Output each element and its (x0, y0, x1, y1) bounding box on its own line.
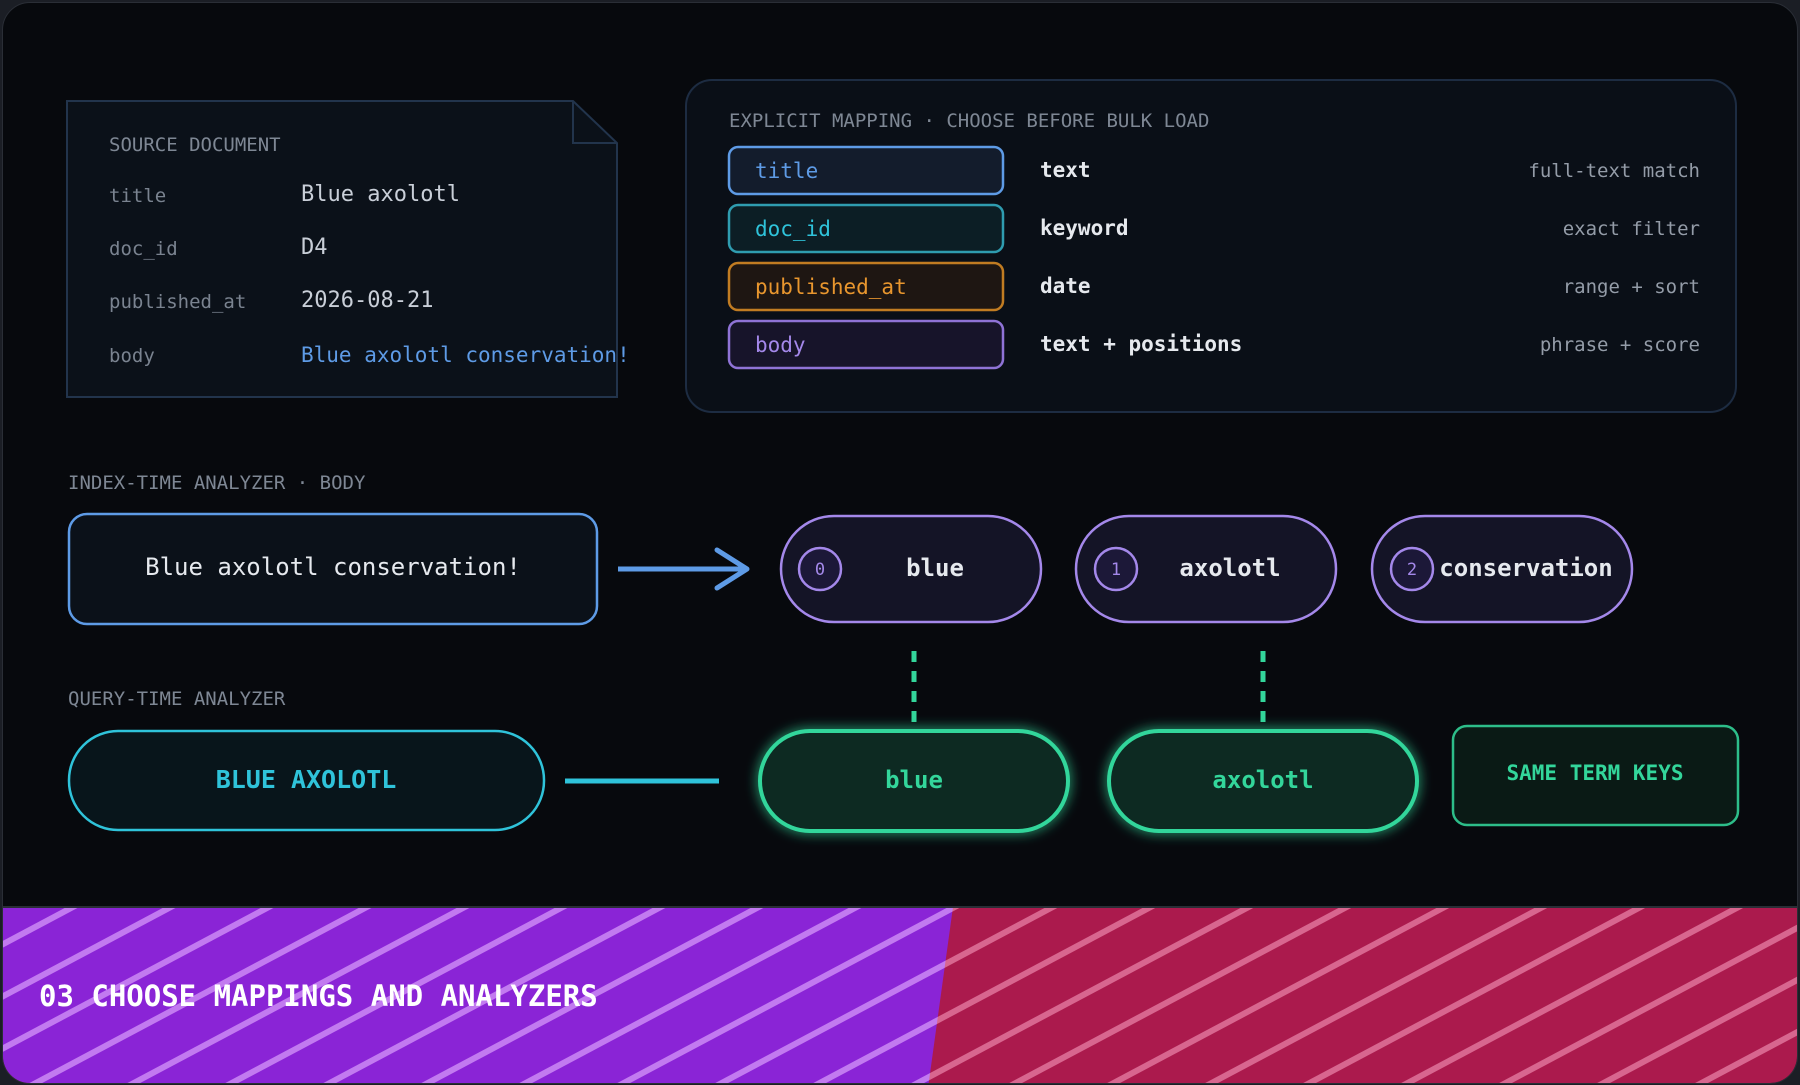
query-input-text: BLUE AXOLOTL (216, 765, 397, 794)
source-field-value: D4 (301, 235, 328, 260)
index-input-text: Blue axolotl conservation! (145, 553, 521, 581)
source-field-value: 2026-08-21 (301, 288, 433, 313)
token-term: conservation (1439, 554, 1612, 582)
footer-title: 03 CHOOSE MAPPINGS AND ANALYZERS (39, 979, 598, 1013)
mapping-field-purpose: range + sort (1563, 276, 1700, 298)
mapping-field-type: keyword (1040, 216, 1129, 240)
mapping-field-purpose: phrase + score (1540, 334, 1700, 356)
index-token-chip: 0 blue (779, 514, 1043, 624)
mapping-field-type: text (1040, 158, 1091, 182)
term-match-connectors (911, 651, 1266, 725)
source-field-key: body (109, 345, 155, 367)
mapping-field-type: text + positions (1040, 332, 1242, 356)
source-field-key: published_at (109, 291, 246, 313)
mapping-field-purpose: full-text match (1528, 160, 1700, 182)
same-term-keys-label: SAME TERM KEYS (1506, 761, 1683, 785)
token-term: blue (906, 554, 964, 582)
source-heading: SOURCE DOCUMENT (109, 134, 281, 156)
token-position: 2 (1407, 560, 1417, 580)
diagram-frame: SOURCE DOCUMENT title Blue axolotl doc_i… (2, 2, 1798, 1084)
mapping-field-type: date (1040, 274, 1091, 298)
index-analyzer-section: INDEX-TIME ANALYZER · BODY Blue axolotl … (67, 472, 1634, 626)
index-token-chip: 1 axolotl (1074, 514, 1338, 624)
index-token-chip: 2 conservation (1370, 514, 1634, 624)
arrow-icon (618, 547, 750, 591)
source-field-key: title (109, 185, 166, 207)
source-field-key: doc_id (109, 238, 178, 260)
mapping-field-purpose: exact filter (1563, 218, 1700, 240)
source-body-value: Blue axolotl conservation! (301, 343, 630, 367)
mapping-field-name: published_at (755, 275, 907, 299)
diagram-canvas: SOURCE DOCUMENT title Blue axolotl doc_i… (3, 79, 1797, 1083)
source-document-card: SOURCE DOCUMENT title Blue axolotl doc_i… (66, 100, 630, 398)
token-position: 1 (1111, 560, 1121, 580)
footer-banner: 03 CHOOSE MAPPINGS AND ANALYZERS (3, 906, 1797, 1083)
source-field-value: Blue axolotl (301, 182, 460, 207)
query-analyzer-section: QUERY-TIME ANALYZER BLUE AXOLOTL blue ax… (67, 688, 1740, 833)
mapping-field-name: body (755, 333, 806, 357)
token-position: 0 (815, 560, 825, 580)
query-token-term: blue (885, 766, 943, 794)
query-analyzer-heading: QUERY-TIME ANALYZER (68, 688, 286, 710)
index-analyzer-heading: INDEX-TIME ANALYZER · BODY (68, 472, 366, 494)
token-term: axolotl (1179, 554, 1280, 582)
query-token-term: axolotl (1212, 766, 1313, 794)
mapping-heading: EXPLICIT MAPPING · CHOOSE BEFORE BULK LO… (729, 110, 1209, 132)
mapping-field-name: title (755, 159, 818, 183)
mapping-field-name: doc_id (755, 217, 831, 241)
mapping-panel: EXPLICIT MAPPING · CHOOSE BEFORE BULK LO… (685, 79, 1737, 413)
